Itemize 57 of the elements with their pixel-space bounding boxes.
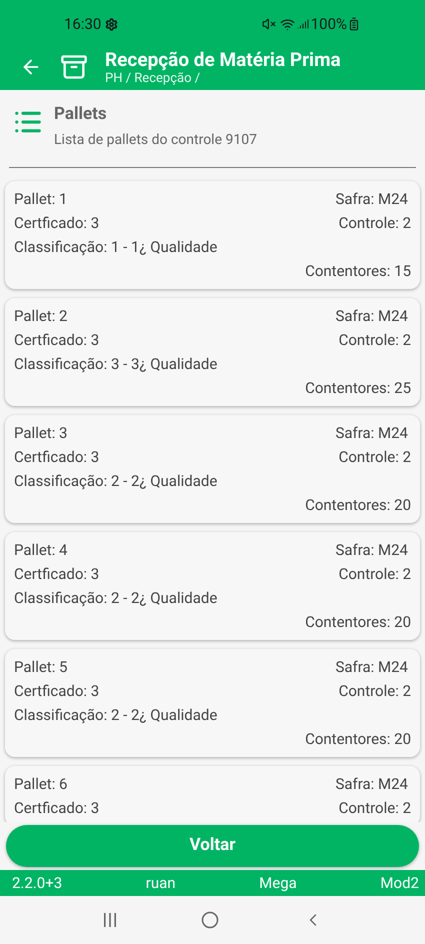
pallet-number: Pallet: 5 (14, 657, 68, 678)
pallet-card[interactable]: Pallet: 5 Safra: M24 Certficado: 3 Controle: 2 Classificação: 2 - 2¿ Qualidade Contentores: 20 (5, 649, 420, 757)
section-subtitle: Lista de pallets do controle 9107 (54, 130, 257, 150)
control-label: Controle: 2 (338, 330, 411, 351)
containers-label: Contentores: 20 (305, 729, 411, 750)
breadcrumb: PH / Recepção / (105, 72, 202, 84)
section-title: Pallets (54, 103, 108, 126)
footer-text: Mod2 (380, 872, 419, 894)
safra-label: Safra: M24 (335, 189, 408, 210)
page-title: Recepção de Matéria Prima (105, 50, 341, 68)
classification-label: Classificação: 1 - 1¿ Qualidade (14, 237, 218, 258)
settings-icon (105, 18, 118, 30)
pallet-card[interactable]: Pallet: 6 Safra: M24 Certficado: 3 Controle: 2 (5, 766, 420, 822)
safra-label: Safra: M24 (335, 657, 408, 678)
safra-label: Safra: M24 (335, 423, 408, 444)
pallet-number: Pallet: 2 (14, 306, 68, 327)
safra-label: Safra: M24 (335, 540, 408, 561)
home-icon[interactable] (201, 911, 220, 929)
pallet-card[interactable]: Pallet: 3 Safra: M24 Certficado: 3 Controle: 2 Classificação: 2 - 2¿ Qualidade Contentores: 20 (5, 415, 420, 523)
certificate-label: Certficado: 3 (14, 213, 100, 234)
footer-text: ruan (146, 872, 176, 894)
safra-label: Safra: M24 (335, 306, 408, 327)
classification-label: Classificação: 2 - 2¿ Qualidade (14, 588, 218, 609)
recent-apps-icon[interactable] (102, 912, 118, 928)
pallet-number: Pallet: 4 (14, 540, 68, 561)
control-label: Controle: 2 (338, 213, 411, 234)
archive-icon (60, 53, 88, 81)
certificate-label: Certficado: 3 (14, 564, 100, 585)
control-label: Controle: 2 (338, 681, 411, 702)
clock: 16:30 (64, 14, 102, 35)
classification-label: Classificação: 2 - 2¿ Qualidade (14, 471, 218, 492)
pallet-number: Pallet: 3 (14, 423, 68, 444)
pallet-number: Pallet: 1 (14, 189, 68, 210)
containers-label: Contentores: 25 (305, 378, 411, 399)
battery-level: 100% (310, 14, 347, 35)
footer-text: Mega (259, 872, 297, 894)
certificate-label: Certficado: 3 (14, 447, 100, 468)
certificate-label: Certficado: 3 (14, 798, 100, 819)
classification-label: Classificação: 3 - 3¿ Qualidade (14, 354, 218, 375)
control-label: Controle: 2 (338, 564, 411, 585)
mute-icon (262, 17, 276, 31)
safra-label: Safra: M24 (335, 774, 408, 795)
pallet-card[interactable]: Pallet: 2 Safra: M24 Certficado: 3 Controle: 2 Classificação: 3 - 3¿ Qualidade Contentores: 25 (5, 298, 420, 406)
certificate-label: Certficado: 3 (14, 681, 100, 702)
pallet-card[interactable]: Pallet: 4 Safra: M24 Certficado: 3 Controle: 2 Classificação: 2 - 2¿ Qualidade Contentores: 20 (5, 532, 420, 640)
battery-icon (347, 17, 361, 31)
control-label: Controle: 2 (338, 798, 411, 819)
certificate-label: Certficado: 3 (14, 330, 100, 351)
control-label: Controle: 2 (338, 447, 411, 468)
footer-text: 2.2.0+3 (12, 872, 62, 894)
wifi-icon (280, 16, 295, 32)
containers-label: Contentores: 20 (305, 495, 411, 516)
pallet-card[interactable]: Pallet: 1 Safra: M24 Certficado: 3 Controle: 2 Classificação: 1 - 1¿ Qualidade Contentores: 15 (5, 181, 420, 289)
containers-label: Contentores: 20 (305, 612, 411, 633)
classification-label: Classificação: 2 - 2¿ Qualidade (14, 705, 218, 726)
pallet-number: Pallet: 6 (14, 774, 68, 795)
containers-label: Contentores: 15 (305, 261, 411, 282)
